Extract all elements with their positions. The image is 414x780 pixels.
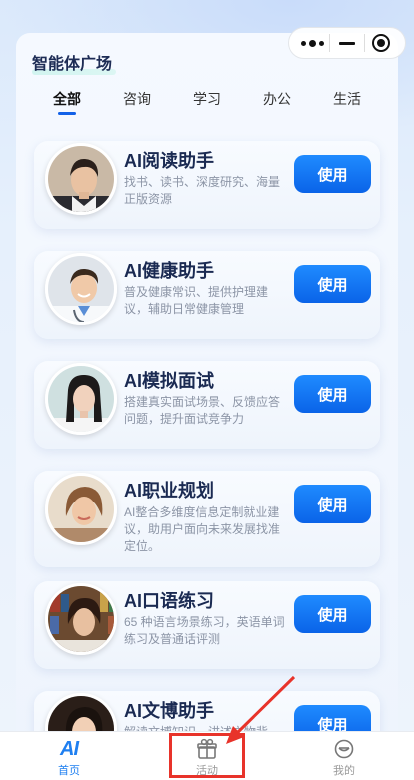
agent-card-health[interactable]: AI健康助手 普及健康常识、提供护理建议，辅助日常健康管理 使用 — [34, 251, 380, 339]
bottom-tab-bar: AI 首页 活动 我的 — [0, 731, 414, 780]
tab-life[interactable]: 生活 — [322, 89, 372, 109]
agent-card-reading[interactable]: AI阅读助手 找书、读书、深度研究、海量正版资源 使用 — [34, 141, 380, 229]
agent-card-interview[interactable]: AI模拟面试 搭建真实面试场景、反馈应答问题，提升面试竞争力 使用 — [34, 361, 380, 449]
tabbar-label: 活动 — [196, 765, 218, 777]
smile-icon — [332, 738, 356, 760]
avatar — [45, 143, 117, 215]
tab-consult[interactable]: 咨询 — [112, 89, 162, 109]
gift-icon — [195, 738, 219, 760]
card-description: 搭建真实面试场景、反馈应答问题，提升面试竞争力 — [124, 395, 281, 426]
use-button[interactable]: 使用 — [294, 265, 371, 303]
use-button[interactable]: 使用 — [294, 595, 371, 633]
card-description: 找书、读书、深度研究、海量正版资源 — [124, 175, 281, 206]
tabbar-item-mine[interactable]: 我的 — [304, 732, 384, 780]
agent-plaza-panel: 智能体广场 全部 咨询 学习 办公 生活 AI阅读助手 找书、读书、深度研究、海… — [16, 33, 398, 773]
card-description: 普及健康常识、提供护理建议，辅助日常健康管理 — [124, 285, 269, 316]
tab-active-indicator — [58, 112, 76, 115]
avatar — [45, 253, 117, 325]
miniprogram-capsule — [288, 27, 406, 59]
card-title: AI文博助手 — [124, 701, 214, 721]
card-title: AI模拟面试 — [124, 371, 214, 391]
tabbar-item-home[interactable]: AI 首页 — [29, 732, 109, 780]
more-icon[interactable] — [298, 32, 328, 54]
card-description: AI整合多维度信息定制就业建议，助用户面向未来发展找准定位。 — [124, 505, 281, 553]
tab-study[interactable]: 学习 — [182, 89, 232, 109]
card-title: AI职业规划 — [124, 481, 214, 501]
use-button[interactable]: 使用 — [294, 485, 371, 523]
avatar — [45, 583, 117, 655]
tabbar-label: 首页 — [58, 765, 80, 777]
ai-logo-icon: AI — [60, 737, 79, 760]
tab-all[interactable]: 全部 — [42, 89, 92, 109]
use-button[interactable]: 使用 — [294, 375, 371, 413]
agent-card-speaking[interactable]: AI口语练习 65 种语言场景练习，英语单词练习及普通话评测 使用 — [34, 581, 380, 669]
page-title: 智能体广场 — [32, 56, 113, 73]
card-title: AI健康助手 — [124, 261, 214, 281]
use-button[interactable]: 使用 — [294, 155, 371, 193]
agent-card-career[interactable]: AI职业规划 AI整合多维度信息定制就业建议，助用户面向未来发展找准定位。 使用 — [34, 471, 380, 567]
category-tabs: 全部 咨询 学习 办公 生活 — [16, 89, 398, 119]
tab-office[interactable]: 办公 — [252, 89, 302, 109]
card-description: 65 种语言场景练习，英语单词练习及普通话评测 — [124, 615, 285, 646]
tabbar-item-activity[interactable]: 活动 — [167, 732, 247, 780]
tabbar-label: 我的 — [333, 765, 355, 777]
avatar — [45, 363, 117, 435]
card-title: AI口语练习 — [124, 591, 214, 611]
minimize-icon[interactable] — [332, 32, 362, 54]
card-title: AI阅读助手 — [124, 151, 214, 171]
avatar — [45, 473, 117, 545]
close-target-icon[interactable] — [366, 32, 396, 54]
